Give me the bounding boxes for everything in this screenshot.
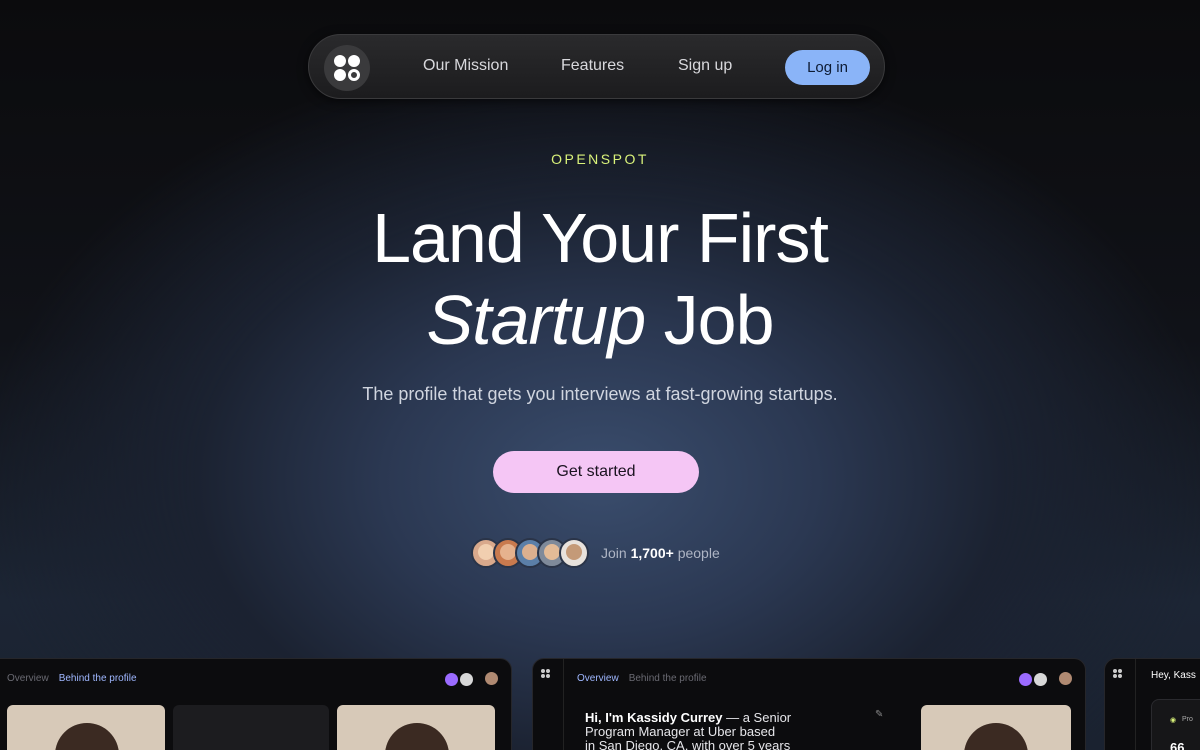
headline-line-1: Land Your First [372,199,829,277]
settings-icon[interactable] [1034,673,1047,686]
video-thumbnail[interactable] [7,705,165,750]
tab-behind-the-profile[interactable]: Behind the profile [629,673,707,684]
avatar [1059,672,1072,685]
stat-value: 66 [1170,740,1185,750]
video-thumbnail[interactable] [337,705,495,750]
edit-icon[interactable]: ✎ [875,709,883,720]
stat-tile: ◉ Pro 66 [1151,699,1200,750]
social-proof: Join 1,700+ people [471,537,720,569]
avatar [485,672,498,685]
stat-label: Pro [1182,716,1193,723]
avatar [559,538,589,568]
status-dot-icon [1019,673,1032,686]
top-nav: Our Mission Features Sign up Log in [308,34,885,99]
logo-icon[interactable] [324,45,370,91]
tab-overview[interactable]: Overview [7,673,49,684]
nav-link-features[interactable]: Features [561,57,624,75]
settings-icon[interactable] [460,673,473,686]
brand-eyebrow: OPENSPOT [551,151,649,167]
profile-preview-card-1: Overview Behind the profile [0,658,512,750]
nav-link-sign-up[interactable]: Sign up [678,57,732,75]
profile-preview-card-2: Overview Behind the profile Hi, I'm Kass… [532,658,1086,750]
video-thumbnail[interactable] [921,705,1071,750]
profile-preview-card-3: Hey, Kass ◉ Pro 66 [1104,658,1200,750]
headline-italic-word: Startup [426,281,646,359]
app-grid-icon [1113,669,1123,679]
greeting-text: Hey, Kass [1151,670,1196,681]
nav-link-our-mission[interactable]: Our Mission [423,57,508,75]
tab-overview[interactable]: Overview [577,673,619,684]
eye-icon: ◉ [1170,717,1177,724]
status-dot-icon [445,673,458,686]
profile-intro-text: Hi, I'm Kassidy Currey — a Senior Progra… [585,710,792,750]
headline-rest-word: Job [663,281,775,359]
headline-line-2: Startup Job [0,280,1200,360]
get-started-button[interactable]: Get started [493,451,699,493]
join-count-text: Join 1,700+ people [601,545,720,561]
tab-behind-the-profile[interactable]: Behind the profile [59,673,137,684]
app-grid-icon [541,669,551,679]
hero-subtitle: The profile that gets you interviews at … [362,384,838,404]
video-thumbnail[interactable] [173,705,329,750]
login-button[interactable]: Log in [785,50,870,85]
